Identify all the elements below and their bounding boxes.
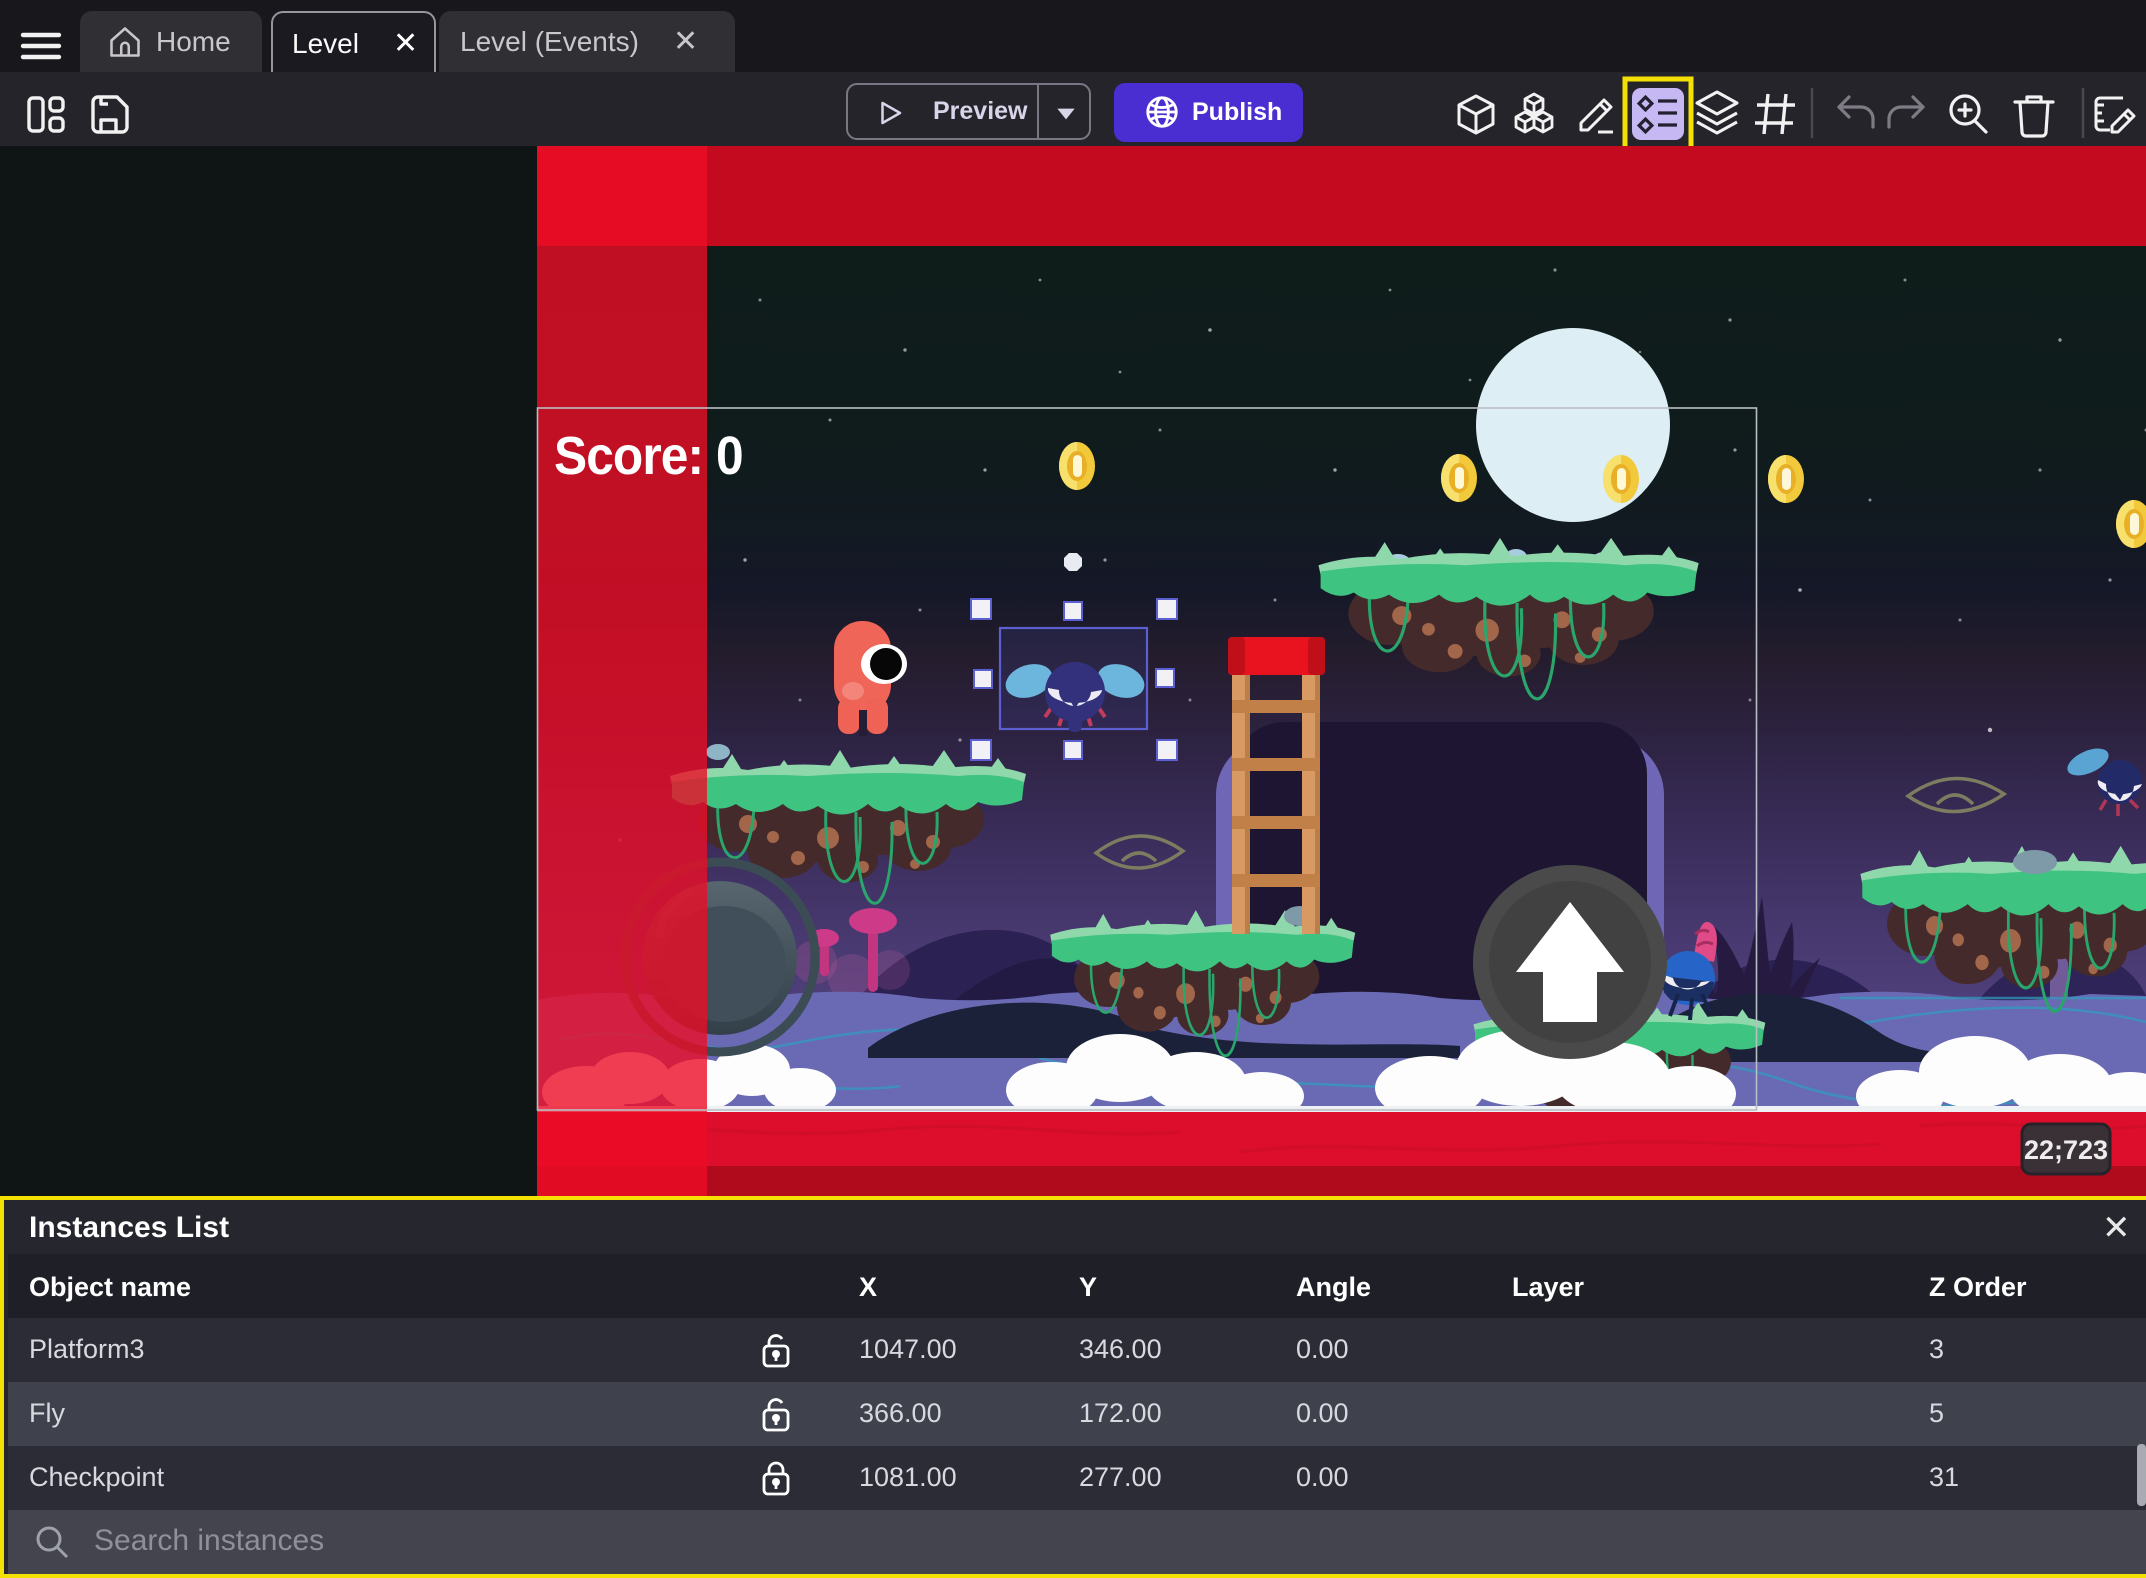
svg-text:22;723: 22;723 [2024, 1135, 2108, 1165]
svg-text:Score: 0: Score: 0 [554, 425, 743, 485]
